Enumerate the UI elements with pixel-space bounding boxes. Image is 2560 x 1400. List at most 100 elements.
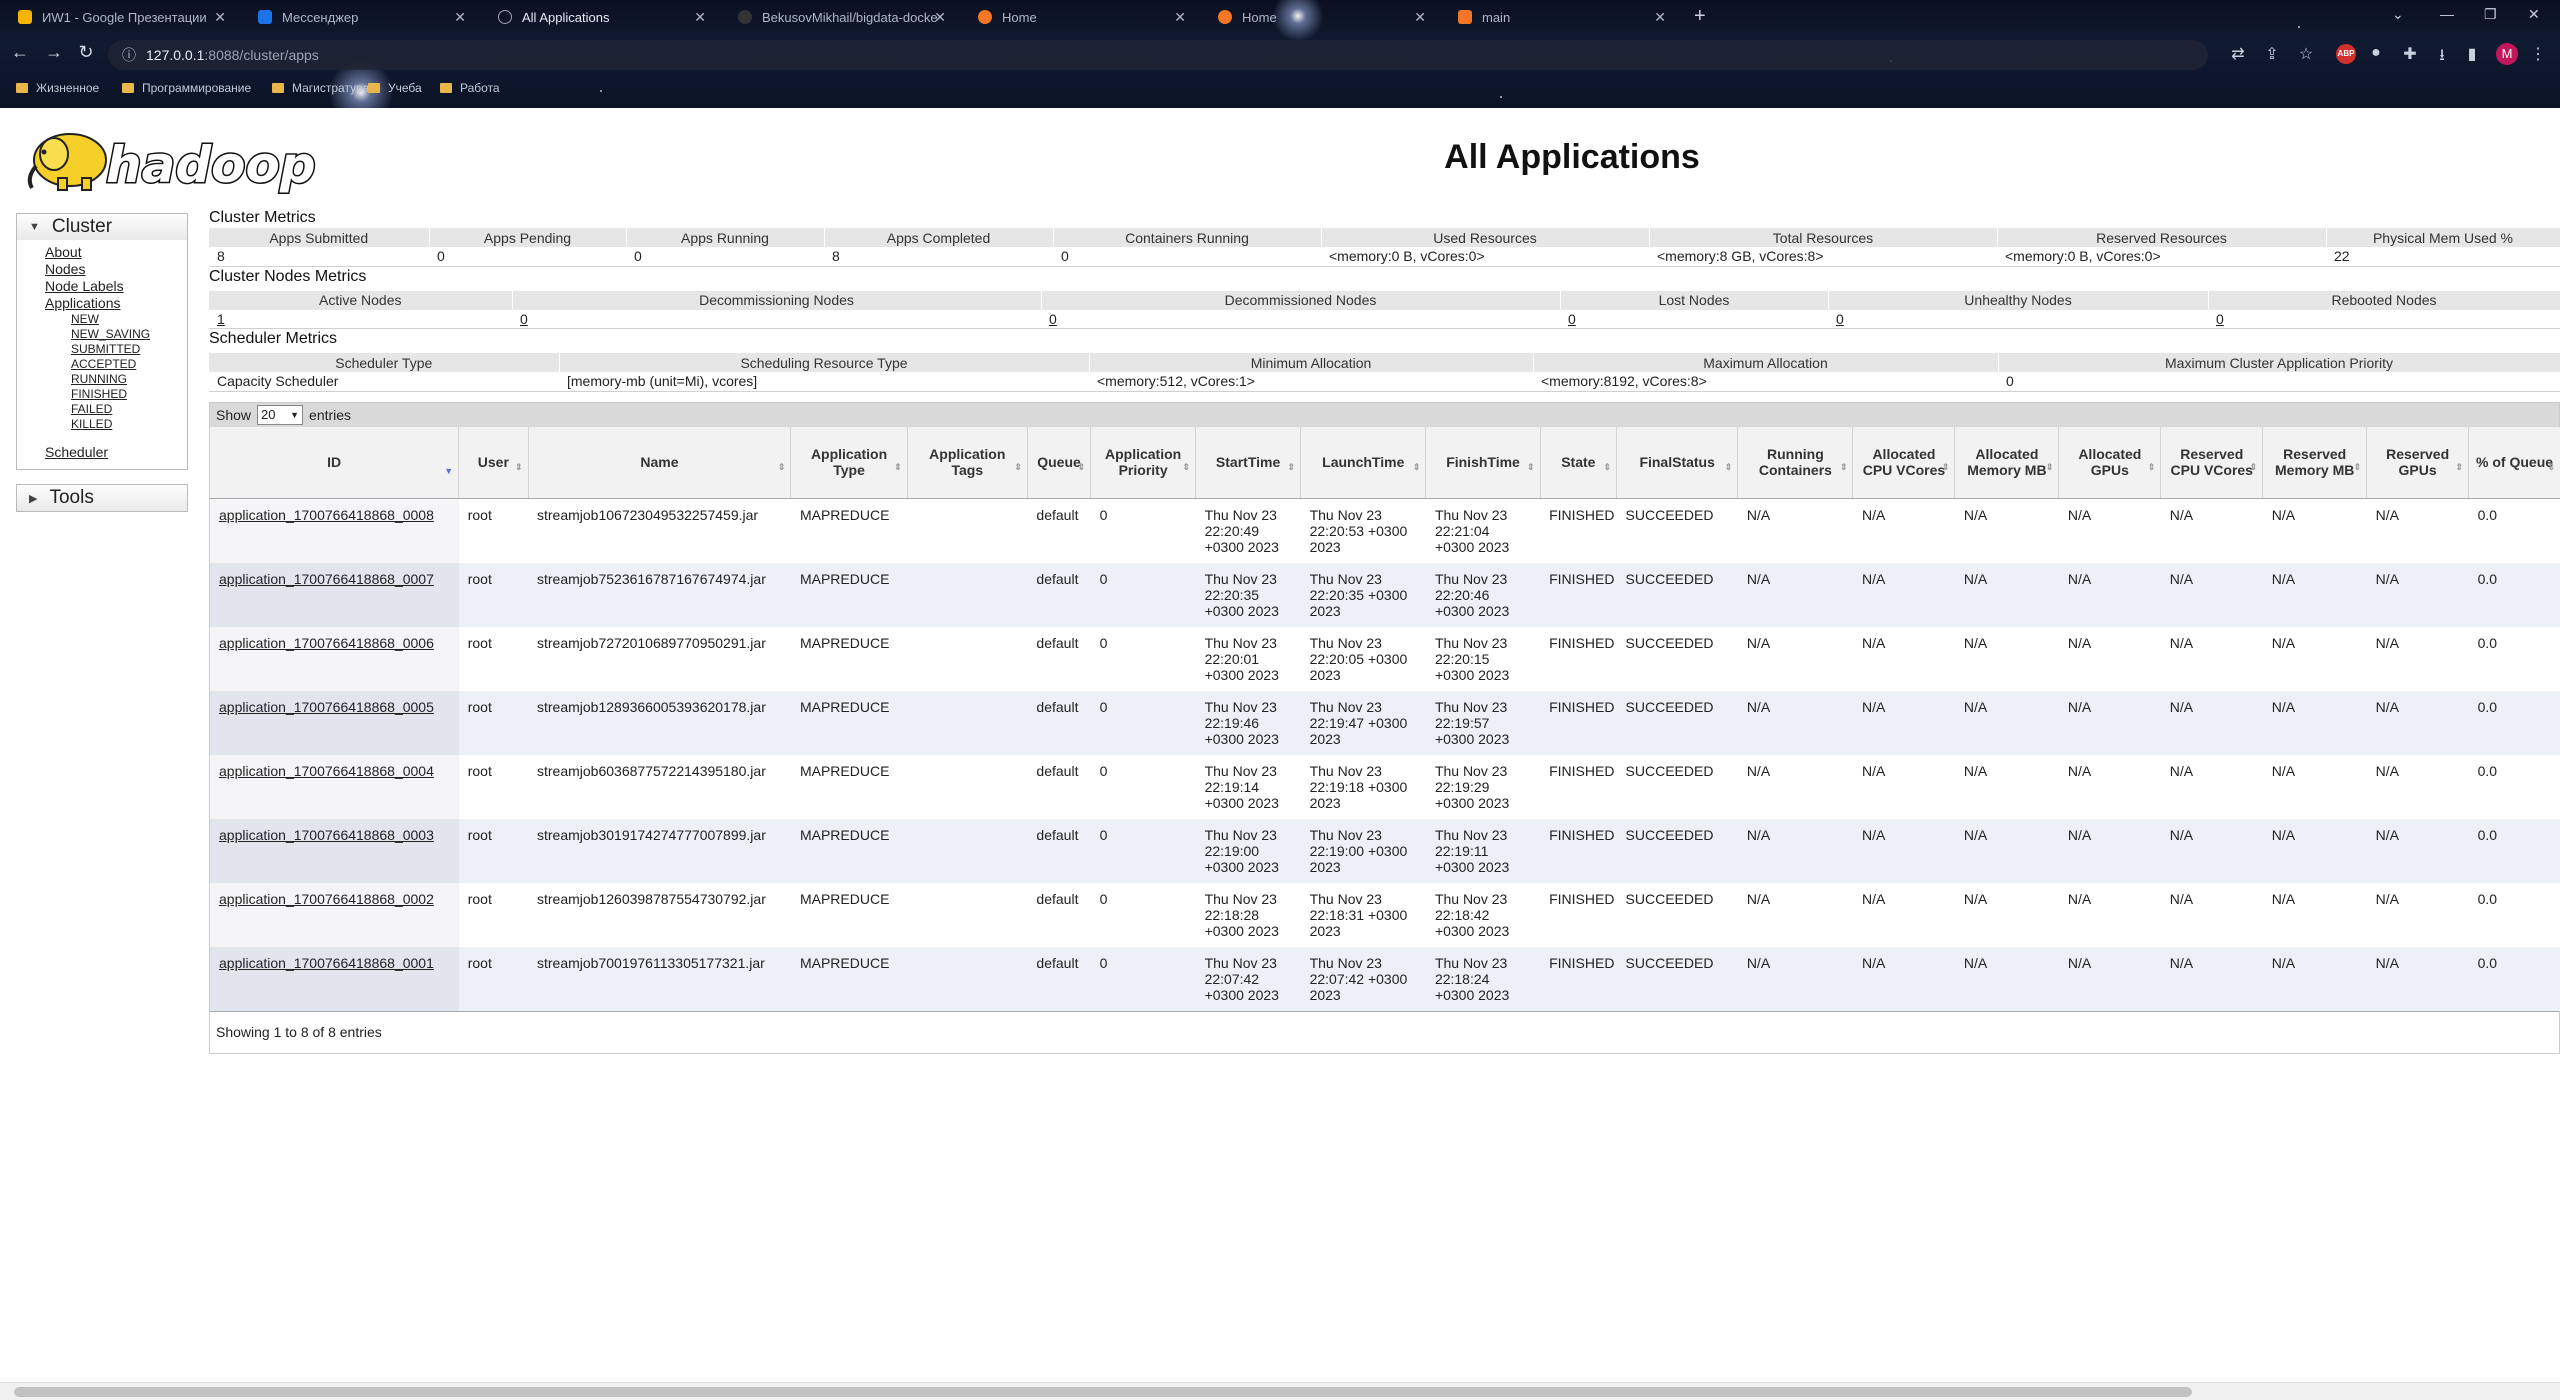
- column-header-allocated-memory-mb[interactable]: Allocated Memory MB ⇕: [1954, 426, 2060, 499]
- nav-link-state-new-saving[interactable]: NEW_SAVING: [71, 327, 187, 342]
- bookmark-folder[interactable]: Магистратура: [272, 81, 369, 95]
- browser-tab[interactable]: Мессенджер ✕: [240, 0, 480, 34]
- column-header-starttime[interactable]: StartTime ⇕: [1195, 426, 1302, 499]
- browser-tab[interactable]: BekusovMikhail/bigdata-docke ✕: [720, 0, 960, 34]
- nav-link-about[interactable]: About: [45, 244, 187, 261]
- lost-nodes-link[interactable]: 0: [1560, 309, 1828, 329]
- hadoop-logo[interactable]: hadoop: [18, 118, 318, 198]
- column-header-allocated-gpus[interactable]: Allocated GPUs ⇕: [2058, 426, 2162, 499]
- bookmark-folder[interactable]: Учеба: [368, 81, 422, 95]
- browser-tab[interactable]: ИW1 - Google Презентации ✕: [0, 0, 240, 34]
- forward-arrow-icon[interactable]: →: [42, 42, 66, 63]
- column-header-user[interactable]: User ⇕: [458, 426, 529, 499]
- application-id-link[interactable]: application_1700766418868_0005: [210, 691, 459, 755]
- nav-link-state-killed[interactable]: KILLED: [71, 417, 187, 432]
- decommissioning-nodes-link[interactable]: 0: [512, 309, 1041, 329]
- menu-kebab-icon[interactable]: ⋮: [2528, 44, 2548, 64]
- close-tab-icon[interactable]: ✕: [694, 9, 706, 26]
- application-id-link[interactable]: application_1700766418868_0007: [210, 563, 459, 627]
- nav-link-state-new[interactable]: NEW: [71, 312, 187, 327]
- column-header-name[interactable]: Name ⇕: [528, 426, 792, 499]
- browser-tab[interactable]: main ✕: [1440, 0, 1680, 34]
- column-header-reserved-cpu-vcores[interactable]: Reserved CPU VCores ⇕: [2160, 426, 2264, 499]
- nav-link-state-finished[interactable]: FINISHED: [71, 387, 187, 402]
- nav-link-state-submitted[interactable]: SUBMITTED: [71, 342, 187, 357]
- browser-tab[interactable]: Home ✕: [1200, 0, 1440, 34]
- column-header-reserved-memory-mb[interactable]: Reserved Memory MB ⇕: [2262, 426, 2368, 499]
- minimize-icon[interactable]: —: [2440, 6, 2454, 22]
- active-nodes-link[interactable]: 1: [209, 309, 512, 329]
- nav-link-state-accepted[interactable]: ACCEPTED: [71, 357, 187, 372]
- bookmark-folder[interactable]: Работа: [440, 81, 500, 95]
- nav-link-state-running[interactable]: RUNNING: [71, 372, 187, 387]
- column-header-launchtime[interactable]: LaunchTime ⇕: [1300, 426, 1427, 499]
- page-length-select[interactable]: 20 ▼: [257, 404, 304, 425]
- table-row: application_1700766418868_0002 root stream…: [210, 883, 2560, 947]
- column-header-running-containers[interactable]: Running Containers ⇕: [1737, 426, 1854, 499]
- site-info-icon[interactable]: ⓘ: [122, 45, 136, 65]
- close-tab-icon[interactable]: ✕: [1174, 9, 1186, 26]
- column-header-application-priority[interactable]: Application Priority ⇕: [1090, 426, 1197, 499]
- cluster-nav-header[interactable]: ▼ Cluster: [17, 214, 187, 240]
- horizontal-scrollbar[interactable]: [0, 1382, 2560, 1400]
- bookmark-folder[interactable]: Программирование: [122, 81, 251, 95]
- bookmark-label: Магистратура: [292, 81, 370, 95]
- address-bar[interactable]: ⓘ 127.0.0.1:8088/cluster/apps: [108, 40, 2208, 70]
- new-tab-icon[interactable]: +: [1694, 5, 1706, 28]
- sort-icon: ⇕: [1412, 461, 1421, 472]
- column-header-queue[interactable]: Queue ⇕: [1027, 426, 1092, 499]
- back-arrow-icon[interactable]: ←: [8, 42, 32, 63]
- rebooted-nodes-link[interactable]: 0: [2208, 309, 2560, 329]
- close-tab-icon[interactable]: ✕: [934, 9, 946, 26]
- column-header-application-tags[interactable]: Application Tags ⇕: [907, 426, 1028, 499]
- cell-reserved-gpus: N/A: [2366, 947, 2469, 1011]
- nav-link-applications[interactable]: Applications: [45, 295, 187, 312]
- column-header-percent-of-queue[interactable]: % of Queue ⇕: [2468, 426, 2560, 499]
- tools-nav-header[interactable]: ▶ Tools: [17, 485, 187, 511]
- column-header-allocated-cpu-vcores[interactable]: Allocated CPU VCores ⇕: [1852, 426, 1956, 499]
- application-id-link[interactable]: application_1700766418868_0003: [210, 819, 459, 883]
- bookmark-folder[interactable]: Жизненное: [16, 81, 99, 95]
- nav-link-node-labels[interactable]: Node Labels: [45, 278, 187, 295]
- application-id-link[interactable]: application_1700766418868_0004: [210, 755, 459, 819]
- browser-tab[interactable]: Home ✕: [960, 0, 1200, 34]
- adblock-icon[interactable]: ABP: [2336, 44, 2356, 64]
- close-tab-icon[interactable]: ✕: [1654, 9, 1666, 26]
- application-id-link[interactable]: application_1700766418868_0001: [210, 947, 459, 1011]
- close-tab-icon[interactable]: ✕: [454, 9, 466, 26]
- side-panel-icon[interactable]: ▮: [2462, 44, 2482, 64]
- cell-allocated-cpu-vcores: N/A: [1852, 498, 1955, 563]
- share-icon[interactable]: ⇪: [2262, 44, 2282, 64]
- download-icon[interactable]: ⭳: [2432, 44, 2452, 71]
- restore-icon[interactable]: ❐: [2484, 6, 2497, 23]
- profile-avatar[interactable]: M: [2496, 43, 2518, 65]
- application-id-link[interactable]: application_1700766418868_0006: [210, 627, 459, 691]
- sidebar-nav: ▼ Cluster About Nodes Node Labels Applic…: [16, 213, 188, 526]
- translate-icon[interactable]: ⇄: [2228, 44, 2248, 64]
- nav-link-state-failed[interactable]: FAILED: [71, 402, 187, 417]
- cell-allocated-memory-mb: N/A: [1954, 947, 2059, 1011]
- close-window-icon[interactable]: ✕: [2528, 6, 2540, 23]
- column-header-finishtime[interactable]: FinishTime ⇕: [1425, 426, 1541, 499]
- column-header-finalstatus[interactable]: FinalStatus ⇕: [1616, 426, 1739, 499]
- extensions-puzzle-icon[interactable]: ✚: [2400, 44, 2420, 64]
- column-header-reserved-gpus[interactable]: Reserved GPUs ⇕: [2366, 426, 2470, 499]
- nav-link-scheduler[interactable]: Scheduler: [45, 444, 187, 461]
- close-tab-icon[interactable]: ✕: [214, 9, 226, 26]
- close-tab-icon[interactable]: ✕: [1414, 9, 1426, 26]
- application-id-link[interactable]: application_1700766418868_0002: [210, 883, 459, 947]
- browser-tab-active[interactable]: All Applications ✕: [480, 0, 720, 34]
- nav-link-nodes[interactable]: Nodes: [45, 261, 187, 278]
- decommissioned-nodes-link[interactable]: 0: [1041, 309, 1560, 329]
- column-header-state[interactable]: State ⇕: [1540, 426, 1618, 499]
- scrollbar-thumb[interactable]: [14, 1387, 2192, 1397]
- tab-search-chevron-icon[interactable]: ⌄: [2392, 6, 2404, 23]
- column-header-id[interactable]: ID ▼: [210, 426, 460, 499]
- column-header-application-type[interactable]: Application Type ⇕: [790, 426, 908, 499]
- application-id-link[interactable]: application_1700766418868_0008: [210, 498, 459, 563]
- reload-icon[interactable]: ↻: [74, 42, 98, 63]
- extension-dot-icon[interactable]: ●: [2366, 44, 2386, 62]
- unhealthy-nodes-link[interactable]: 0: [1828, 309, 2208, 329]
- bookmark-star-icon[interactable]: ☆: [2296, 44, 2316, 64]
- cell-starttime: Thu Nov 23 22:18:28 +0300 2023: [1195, 883, 1301, 947]
